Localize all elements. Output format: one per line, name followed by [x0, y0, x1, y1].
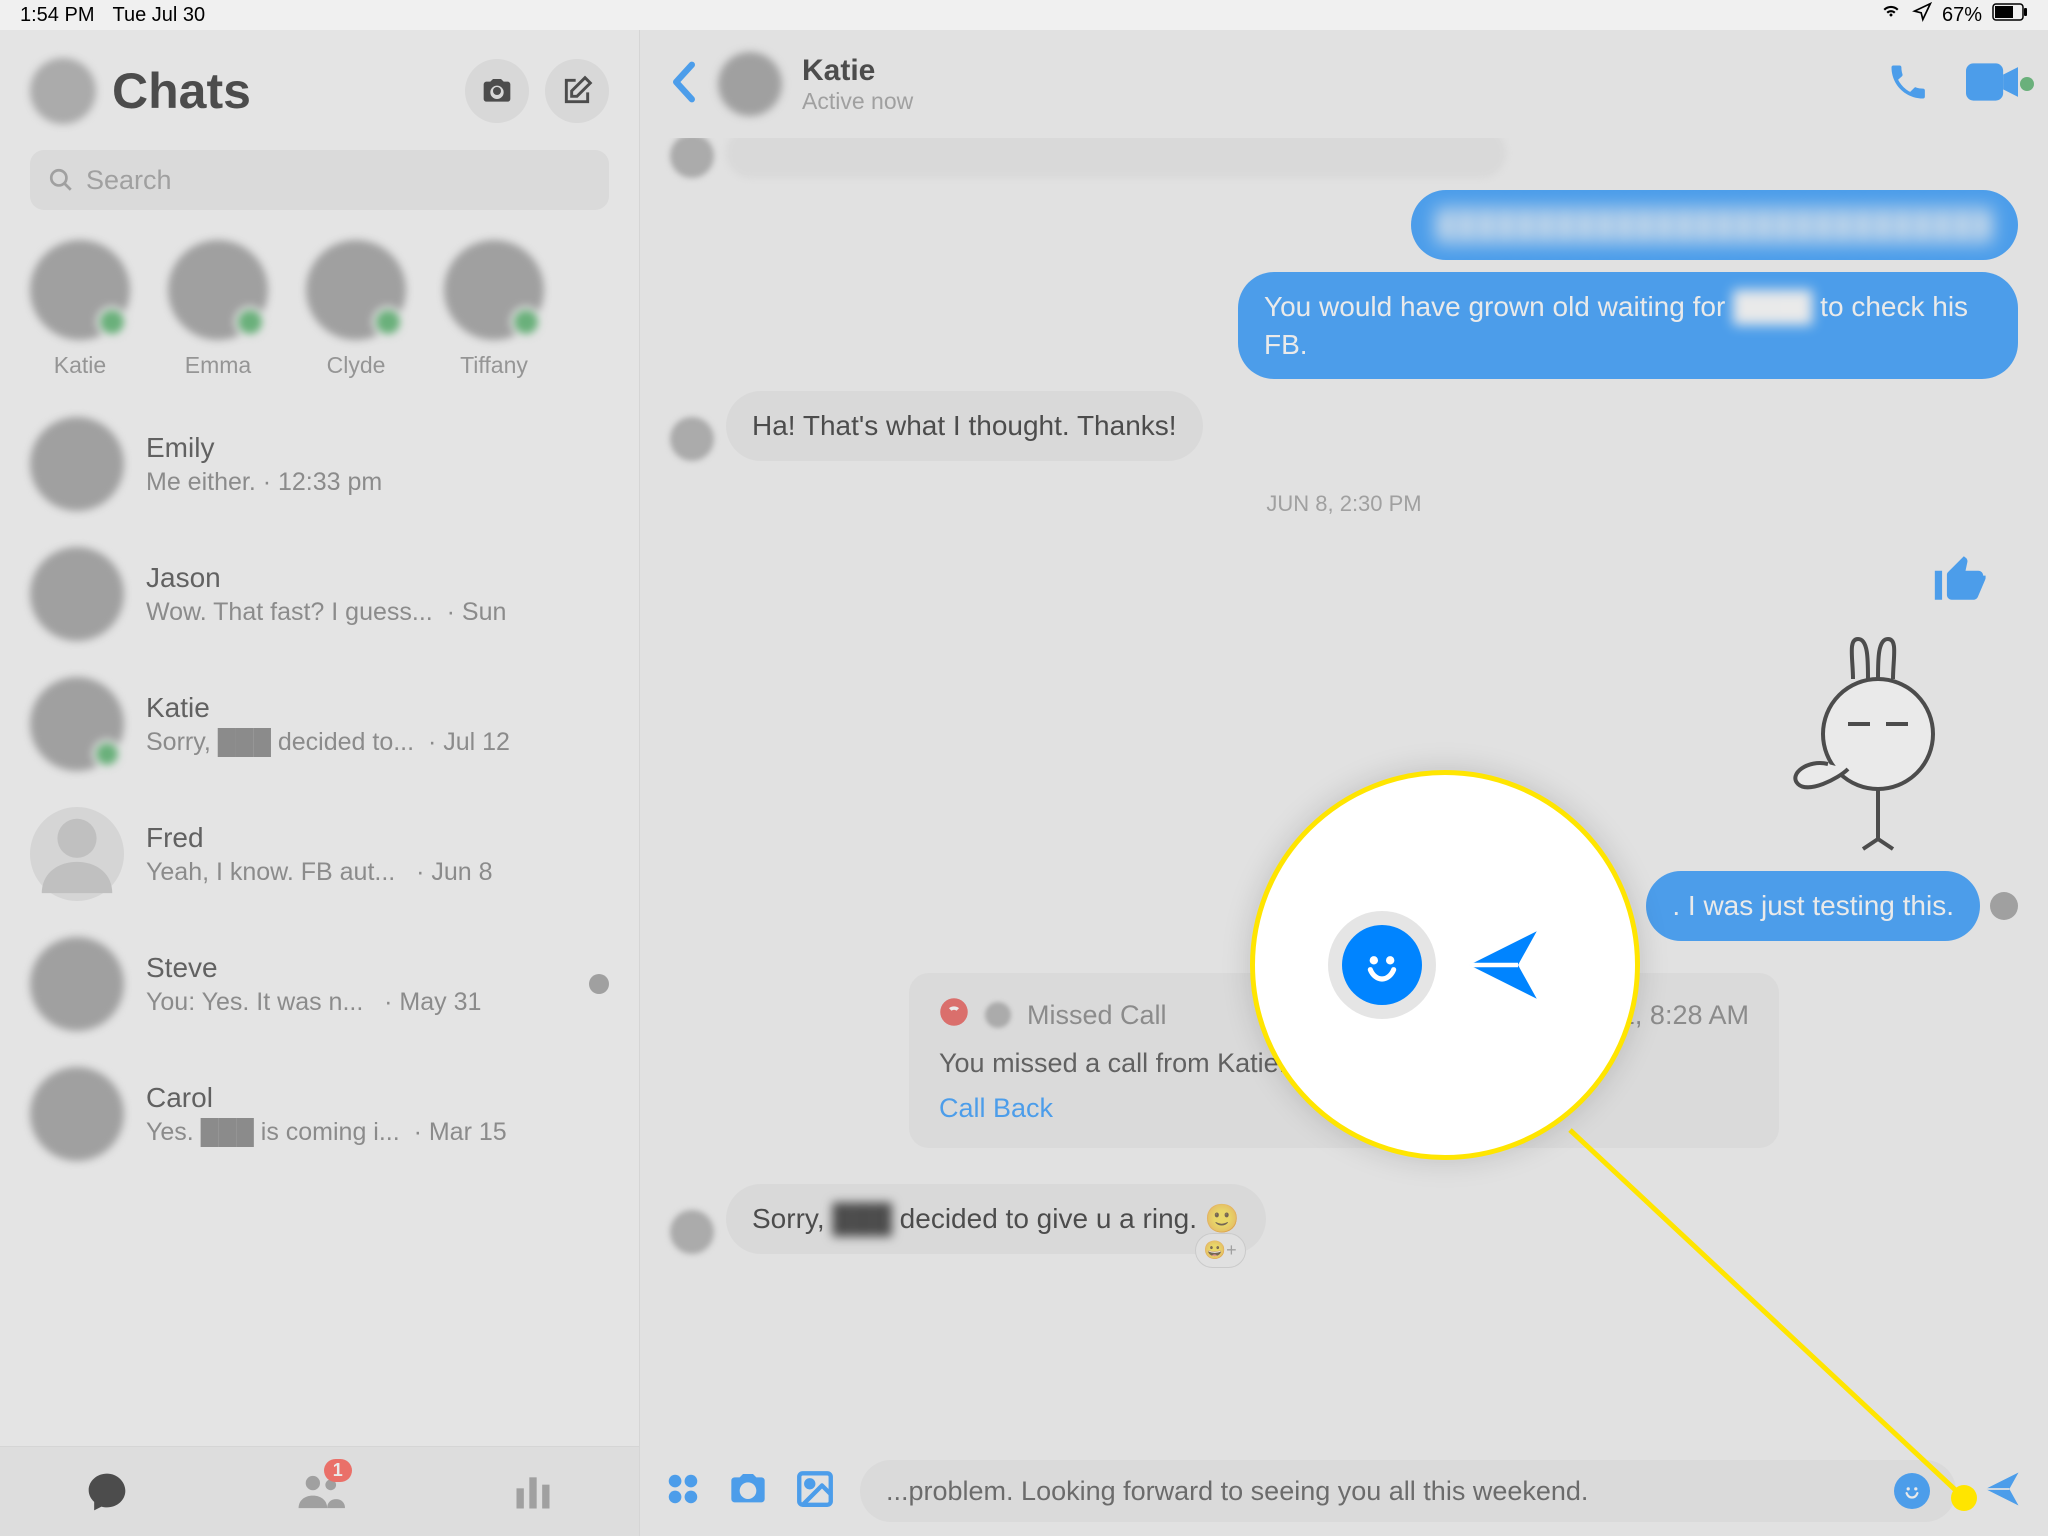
search-input[interactable]: Search — [30, 150, 609, 210]
message-in-2[interactable]: Sorry, ███ decided to give u a ring. 🙂 😀… — [726, 1184, 1266, 1254]
chat-item-steve[interactable]: Steve You: Yes. It was n... · May 31 — [0, 919, 639, 1049]
video-call-button[interactable] — [1966, 63, 2018, 106]
chat-item-katie[interactable]: Katie Sorry, ███ decided to... · Jul 12 — [0, 659, 639, 789]
gallery-button[interactable] — [794, 1468, 836, 1515]
wifi-icon — [1880, 3, 1902, 27]
magnified-send-icon — [1458, 920, 1548, 1010]
camera-button[interactable] — [465, 59, 529, 123]
status-bar: 1:54 PM Tue Jul 30 67% — [0, 0, 2048, 30]
emoji-button[interactable] — [1894, 1473, 1930, 1509]
callout-target-dot — [1951, 1485, 1977, 1511]
message-out-3[interactable]: . I was just testing this. — [1646, 871, 1980, 941]
messages: ████████████████████████████ You would h… — [640, 138, 2048, 1446]
search-icon — [48, 167, 74, 193]
chat-item-carol[interactable]: Carol Yes. ███ is coming i... · Mar 15 — [0, 1049, 639, 1179]
user-avatar[interactable] — [30, 58, 96, 124]
story-tiffany[interactable]: Tiffany — [444, 240, 544, 379]
tab-chats[interactable] — [0, 1447, 213, 1536]
conversation-status: Active now — [802, 88, 1866, 115]
smiley-icon — [1899, 1478, 1925, 1504]
chats-title: Chats — [112, 62, 449, 120]
message-input[interactable]: ...problem. Looking forward to seeing yo… — [860, 1460, 1956, 1522]
chat-icon — [85, 1470, 129, 1514]
battery-icon — [1992, 3, 2028, 27]
status-time: 1:54 PM — [20, 4, 94, 27]
camera-composer-button[interactable] — [726, 1469, 770, 1514]
magnified-emoji-button — [1342, 925, 1422, 1005]
more-button[interactable] — [664, 1470, 702, 1513]
video-icon — [1966, 63, 2018, 101]
tab-discover[interactable] — [426, 1447, 639, 1536]
send-icon — [1980, 1467, 2024, 1511]
sidebar: Chats Search Katie Emma Clyde Tiffany Em… — [0, 30, 640, 1536]
tab-people[interactable]: 1 — [213, 1447, 426, 1536]
discover-icon — [511, 1470, 555, 1514]
composer: ...problem. Looking forward to seeing yo… — [640, 1446, 2048, 1536]
chat-item-jason[interactable]: Jason Wow. That fast? I guess... · Sun — [0, 529, 639, 659]
magnifier-callout — [1250, 770, 1640, 1160]
people-badge: 1 — [324, 1459, 352, 1482]
sidebar-tabs: 1 — [0, 1446, 639, 1536]
read-receipt — [1990, 892, 2018, 920]
story-clyde[interactable]: Clyde — [306, 240, 406, 379]
camera-icon — [726, 1469, 770, 1509]
story-katie[interactable]: Katie — [30, 240, 130, 379]
stories-row: Katie Emma Clyde Tiffany — [0, 230, 639, 399]
battery-percent: 67% — [1942, 4, 1982, 27]
timestamp-1: JUN 8, 2:30 PM — [670, 491, 2018, 517]
call-avatar-icon — [985, 1002, 1011, 1028]
back-button[interactable] — [670, 60, 698, 109]
conversation-name: Katie — [802, 54, 1866, 88]
compose-button[interactable] — [545, 59, 609, 123]
status-date: Tue Jul 30 — [112, 4, 205, 27]
image-icon — [794, 1468, 836, 1510]
read-receipt-avatar — [589, 974, 609, 994]
thumbs-up-reaction[interactable] — [1930, 549, 1988, 612]
online-dot-icon — [2020, 77, 2034, 91]
reaction-badge[interactable]: 😀+ — [1195, 1233, 1246, 1267]
conversation-avatar[interactable] — [718, 52, 782, 116]
send-button[interactable] — [1980, 1467, 2024, 1516]
message-out-2[interactable]: You would have grown old waiting for ███… — [1238, 272, 2018, 380]
missed-call-icon — [939, 997, 969, 1034]
message-in-blurred[interactable] — [726, 138, 1506, 178]
chat-item-fred[interactable]: Fred Yeah, I know. FB aut... · Jun 8 — [0, 789, 639, 919]
apps-icon — [664, 1470, 702, 1508]
location-icon — [1912, 2, 1932, 28]
message-out-1[interactable]: ████████████████████████████ — [1411, 190, 2018, 260]
phone-icon — [1886, 60, 1930, 104]
voice-call-button[interactable] — [1886, 60, 1930, 109]
conversation: Katie Active now ████████████████████ — [640, 30, 2048, 1536]
chat-item-emily[interactable]: Emily Me either. · 12:33 pm — [0, 399, 639, 529]
message-in-1[interactable]: Ha! That's what I thought. Thanks! — [726, 391, 1203, 461]
bunny-sticker[interactable] — [1778, 634, 1978, 859]
story-emma[interactable]: Emma — [168, 240, 268, 379]
conversation-header: Katie Active now — [640, 30, 2048, 138]
